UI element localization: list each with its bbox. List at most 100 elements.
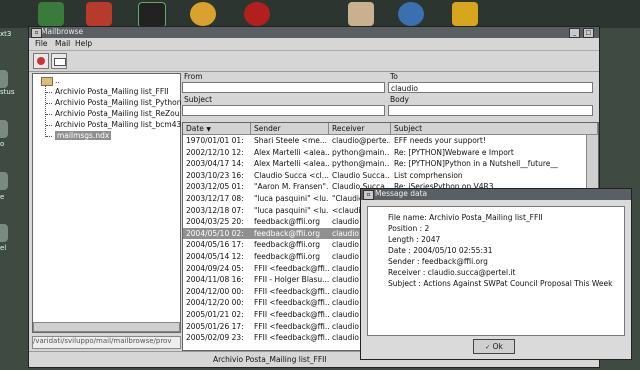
detail-receiver: Receiver : claudio.succa@pertel.it: [388, 268, 516, 277]
terminal-icon[interactable]: [38, 2, 64, 26]
column-header-sender[interactable]: Sender: [251, 123, 329, 135]
tools-icon[interactable]: [348, 2, 374, 26]
column-header-subject[interactable]: Subject: [391, 123, 598, 135]
column-header-receiver[interactable]: Receiver: [329, 123, 391, 135]
detail-file-name: File name: Archivio Posta_Mailing list_F…: [388, 213, 543, 222]
detail-sender: Sender : feedback@ffii.org: [388, 257, 488, 266]
table-cell: 2003/04/17 14:: [186, 159, 244, 169]
mailbox-tree: .. Archivio Posta_Mailing list_FFII Arch…: [32, 73, 182, 333]
table-cell: 2004/03/25 20:: [186, 217, 244, 227]
ok-button[interactable]: ✓ Ok: [473, 339, 515, 354]
tree-horizontal-scrollbar[interactable]: [33, 322, 180, 332]
menu-file[interactable]: File: [35, 39, 48, 48]
table-cell: claudio@perte...: [332, 136, 390, 145]
table-cell: 2004/09/24 05:: [186, 263, 244, 273]
table-cell: FFII <feedback@ffi...: [254, 310, 329, 319]
paint-palette-icon[interactable]: [190, 2, 216, 26]
table-cell: feedback@ffii.org: [254, 240, 320, 250]
tree-item-mailbox[interactable]: Archivio Posta_Mailing list_FFII: [55, 87, 169, 96]
table-cell: EFF needs your support!: [394, 136, 486, 145]
maximize-button[interactable]: □: [583, 28, 594, 38]
menu-bar: File Mail Help: [29, 38, 599, 51]
to-field[interactable]: claudio: [388, 82, 593, 93]
desktop-icon-partial[interactable]: [0, 70, 8, 88]
table-cell: List comprhension: [394, 170, 463, 180]
dialog-title: Message data: [375, 189, 428, 198]
desktop-icon-partial[interactable]: [0, 224, 8, 242]
desktop-label: e: [0, 193, 5, 201]
table-cell: FFII <feedback@ffi...: [254, 263, 329, 273]
detail-date: Date : 2004/05/10 02:55:31: [388, 246, 493, 255]
table-cell: feedback@ffii.org: [254, 217, 320, 227]
tree-item-mailbox[interactable]: Archivio Posta_Mailing list_Python: [55, 98, 182, 107]
calculator-icon[interactable]: [86, 2, 112, 26]
table-cell: python@main...: [332, 159, 390, 169]
table-cell: 2004/05/14 12:: [186, 252, 244, 261]
desktop-top-bar: [0, 0, 640, 28]
desktop-icon-partial[interactable]: [0, 120, 8, 138]
table-cell: 2004/11/08 16:: [186, 275, 244, 285]
detail-position: Position : 2: [388, 224, 430, 233]
menu-mail[interactable]: Mail: [55, 39, 70, 48]
window-title: Mailbrowse: [41, 27, 84, 36]
folder-icon: [41, 77, 53, 86]
sort-desc-icon: ▼: [206, 126, 211, 133]
table-cell: 2003/12/18 07:: [186, 205, 244, 215]
table-cell: FFII <feedback@ffi...: [254, 286, 329, 296]
window-titlebar[interactable]: Mailbrowse ▫ _ □: [29, 27, 599, 38]
monitor-icon[interactable]: [138, 2, 166, 28]
table-cell: Shari Steele <me...: [254, 136, 328, 145]
desktop-icon-partial[interactable]: [0, 172, 8, 190]
table-cell: Alex Martelli <alea...: [254, 147, 329, 157]
lock-icon[interactable]: [452, 2, 478, 26]
from-field[interactable]: [182, 82, 385, 93]
table-cell: Re: [PYTHON]Python in a Nutshell__future…: [394, 159, 558, 169]
refresh-icon[interactable]: [398, 2, 424, 26]
to-label: To: [390, 72, 398, 81]
detail-subject: Subject : Actions Against SWPat Council …: [388, 279, 613, 288]
table-cell: 2005/01/21 02:: [186, 310, 244, 319]
table-cell: FFII <feedback@ffi...: [254, 298, 329, 308]
table-cell: 2002/12/10 12:: [186, 147, 244, 157]
table-row[interactable]: 2002/12/10 12: Alex Martelli <alea... pyth…: [183, 147, 598, 159]
stop-icon[interactable]: [33, 53, 49, 69]
body-field[interactable]: [388, 105, 593, 116]
status-text: Archivio Posta_Mailing list_FFII: [213, 355, 327, 364]
tree-item-mailbox[interactable]: Archivio Posta_Mailing list_bcm43: [55, 120, 181, 129]
window-menu-icon[interactable]: ▫: [31, 28, 42, 38]
column-header-date[interactable]: Date ▼: [183, 123, 251, 135]
dialog-titlebar[interactable]: ▫ Message data: [361, 189, 631, 200]
table-cell: feedback@ffii.org: [254, 252, 320, 261]
open-mailbox-icon[interactable]: [51, 53, 67, 69]
table-cell: 2005/01/26 17:: [186, 321, 244, 331]
opera-icon[interactable]: [244, 2, 270, 26]
table-cell: "luca pasquini" <lu...: [254, 205, 329, 215]
table-cell: Alex Martelli <alea...: [254, 159, 329, 169]
subject-field[interactable]: [182, 105, 385, 116]
table-cell: "Aaron M. Fransen"...: [254, 182, 329, 192]
table-cell: 2004/05/10 02:: [186, 228, 244, 238]
desktop-label: o: [0, 140, 5, 148]
table-cell: 1970/01/01 01:: [186, 136, 244, 145]
tree-item-mailbox[interactable]: Archivio Posta_Mailing list_ReZou: [55, 109, 180, 118]
dialog-menu-icon[interactable]: ▫: [363, 190, 374, 200]
table-cell: 2004/05/16 17:: [186, 240, 244, 250]
ok-icon: ✓: [485, 344, 491, 351]
tree-item-index-selected[interactable]: mailmsgs.ndx: [55, 131, 112, 140]
table-cell: Claudio Succa <cl...: [254, 170, 329, 180]
menu-help[interactable]: Help: [75, 39, 92, 48]
table-cell: 2004/12/00 00:: [186, 286, 244, 296]
table-cell: FFII <feedback@ffi...: [254, 321, 329, 331]
minimize-button[interactable]: _: [569, 28, 580, 38]
path-field[interactable]: /varidati/sviluppo/mail/mailbrowse/prov: [32, 336, 181, 349]
table-row[interactable]: 2003/10/23 16: Claudio Succa <cl... Claudi…: [183, 170, 598, 182]
table-cell: 2005/02/09 23:: [186, 333, 244, 343]
table-cell: 2004/12/20 00:: [186, 298, 244, 308]
table-cell: "luca pasquini" <lu...: [254, 194, 329, 203]
desktop-label: el: [0, 244, 7, 252]
table-cell: 2003/12/17 08:: [186, 194, 244, 203]
tree-item-root[interactable]: ..: [55, 76, 60, 85]
table-row[interactable]: 2003/04/17 14: Alex Martelli <alea... pyth…: [183, 158, 598, 170]
table-row[interactable]: 1970/01/01 01: Shari Steele <me... claudio…: [183, 135, 598, 147]
body-label: Body: [390, 95, 409, 104]
